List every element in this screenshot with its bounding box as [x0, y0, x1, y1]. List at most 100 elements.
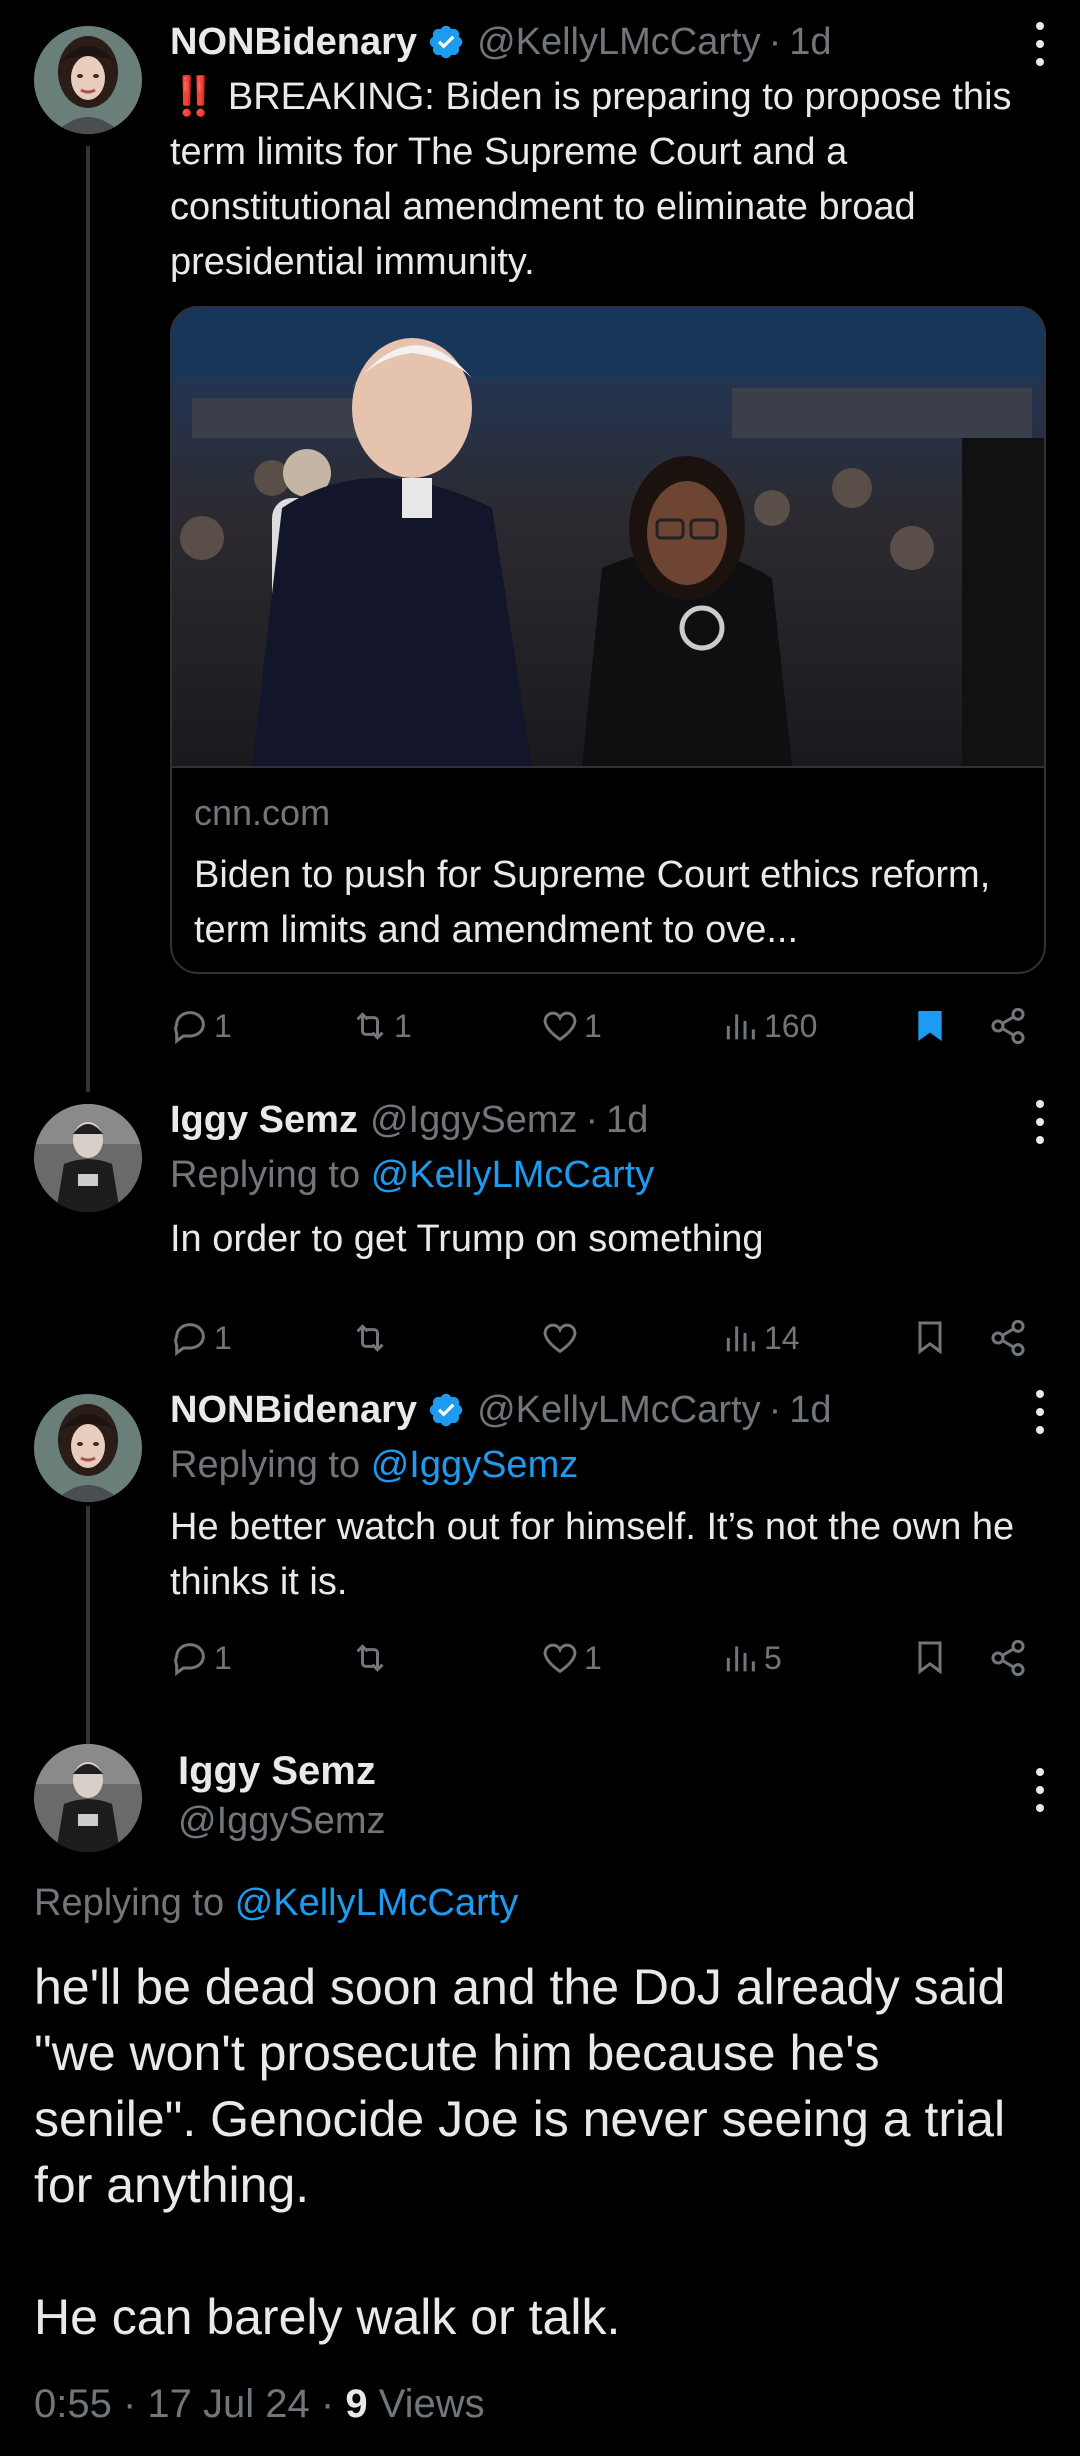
tweet-text: He better watch out for himself. It’s no… [170, 1506, 1015, 1603]
like-count: 1 [584, 1639, 602, 1676]
link-card-meta: cnn.com Biden to push for Supreme Court … [172, 766, 1044, 972]
display-name[interactable]: NONBidenary [170, 1389, 417, 1432]
replying-label: Replying to [170, 1154, 361, 1196]
separator-dot: · [320, 2382, 346, 2426]
tweet-text: he'll be dead soon and the DoJ already s… [34, 1959, 1006, 2345]
more-options-icon[interactable] [1034, 22, 1046, 66]
author-block: Iggy Semz @IggySemz [178, 1746, 386, 1846]
separator-dot: · [768, 20, 782, 63]
user-handle[interactable]: @IggySemz [178, 1796, 386, 1846]
tweet-text: ‼️ BREAKING: Biden is preparing to propo… [170, 70, 1040, 290]
like-button[interactable] [540, 1314, 584, 1362]
reply-button[interactable]: 1 [170, 1634, 232, 1682]
mention-link[interactable]: @KellyLMcCarty [235, 1882, 519, 1924]
views-count: 160 [764, 1007, 818, 1044]
display-name[interactable]: NONBidenary [170, 21, 417, 64]
views-count: 9 [345, 2382, 368, 2426]
share-button[interactable] [988, 1634, 1032, 1682]
retweet-icon [356, 1644, 384, 1672]
user-handle[interactable]: @KellyLMcCarty [477, 1389, 761, 1432]
link-domain: cnn.com [194, 792, 331, 833]
timestamp[interactable]: 1d [789, 1389, 831, 1432]
more-options-icon[interactable] [1034, 1100, 1046, 1144]
views-button[interactable]: 5 [720, 1634, 782, 1682]
reply-count: 1 [214, 1639, 232, 1676]
heart-icon [543, 1643, 577, 1674]
avatar[interactable] [34, 1104, 142, 1212]
tweet-meta: 0:55 · 17 Jul 24 · 9 Views [34, 2382, 485, 2427]
tweet-header: NONBidenary @KellyLMcCarty · 1d [170, 18, 832, 66]
views-count: 14 [764, 1319, 800, 1356]
avatar[interactable] [34, 26, 142, 134]
link-card[interactable]: cnn.com Biden to push for Supreme Court … [170, 306, 1046, 974]
tweet-actions: 1 1 5 [170, 1634, 1046, 1682]
reply-icon [174, 1011, 205, 1044]
bookmark-button[interactable] [910, 1634, 954, 1682]
tweet-actions: 1 14 [170, 1314, 1046, 1362]
separator-dot: · [768, 1388, 782, 1431]
more-options-icon[interactable] [1034, 1768, 1046, 1812]
views-icon [726, 1014, 755, 1040]
more-options-icon[interactable] [1034, 1390, 1046, 1434]
thread-connector [86, 146, 90, 1092]
timestamp[interactable]: 1d [789, 21, 831, 64]
tweet-actions: 1 1 1 160 [170, 1002, 1046, 1050]
views-icon [726, 1646, 755, 1672]
user-handle[interactable]: @KellyLMcCarty [477, 21, 761, 64]
share-button[interactable] [988, 1002, 1032, 1050]
separator-dot: · [122, 2382, 148, 2426]
replying-label: Replying to [34, 1882, 225, 1924]
heart-icon [543, 1011, 577, 1042]
display-name[interactable]: Iggy Semz [178, 1746, 386, 1796]
replying-label: Replying to [170, 1444, 361, 1486]
display-name[interactable]: Iggy Semz [170, 1099, 358, 1142]
verified-badge-icon [429, 25, 463, 59]
retweet-button[interactable] [350, 1634, 394, 1682]
post-time[interactable]: 0:55 [34, 2382, 112, 2426]
share-icon [991, 1319, 1025, 1357]
replying-to: Replying to @KellyLMcCarty [170, 1154, 654, 1197]
views-count: 5 [764, 1639, 782, 1676]
user-handle[interactable]: @IggySemz [370, 1099, 578, 1142]
reply-button[interactable]: 1 [170, 1314, 232, 1362]
tweet-text-content: BREAKING: Biden is preparing to propose … [170, 76, 1012, 283]
bookmark-filled-icon [918, 1011, 942, 1041]
views-button[interactable]: 14 [720, 1314, 800, 1362]
bookmark-button[interactable] [910, 1002, 954, 1050]
post-date[interactable]: 17 Jul 24 [147, 2382, 309, 2426]
verified-badge-icon [429, 1393, 463, 1427]
views-label: Views [378, 2382, 485, 2426]
bookmark-icon [918, 1321, 942, 1355]
views-button[interactable]: 160 [720, 1002, 817, 1050]
thread-connector [86, 1506, 90, 1752]
share-icon [991, 1007, 1025, 1045]
avatar[interactable] [34, 1744, 142, 1852]
reply-icon [174, 1643, 205, 1676]
link-card-image [172, 308, 1044, 766]
mention-link[interactable]: @IggySemz [371, 1444, 579, 1486]
retweet-button[interactable]: 1 [350, 1002, 412, 1050]
double-exclamation-icon: ‼️ [170, 76, 218, 118]
bookmark-button[interactable] [910, 1314, 954, 1362]
retweet-count: 1 [394, 1007, 412, 1044]
share-icon [991, 1639, 1025, 1677]
like-button[interactable]: 1 [540, 1634, 602, 1682]
views-icon [726, 1326, 755, 1352]
timestamp[interactable]: 1d [606, 1099, 648, 1142]
retweet-button[interactable] [350, 1314, 394, 1362]
reply-icon [174, 1323, 205, 1356]
reply-count: 1 [214, 1319, 232, 1356]
share-button[interactable] [988, 1314, 1032, 1362]
reply-button[interactable]: 1 [170, 1002, 232, 1050]
heart-icon [543, 1323, 577, 1354]
replying-to: Replying to @KellyLMcCarty [34, 1882, 518, 1925]
tweet-header: Iggy Semz @IggySemz · 1d [170, 1096, 648, 1144]
avatar[interactable] [34, 1394, 142, 1502]
like-button[interactable]: 1 [540, 1002, 602, 1050]
reply-count: 1 [214, 1007, 232, 1044]
retweet-icon [356, 1012, 384, 1040]
mention-link[interactable]: @KellyLMcCarty [371, 1154, 655, 1196]
bookmark-icon [918, 1641, 942, 1675]
link-title: Biden to push for Supreme Court ethics r… [194, 854, 991, 951]
tweet-header: NONBidenary @KellyLMcCarty · 1d [170, 1386, 832, 1434]
